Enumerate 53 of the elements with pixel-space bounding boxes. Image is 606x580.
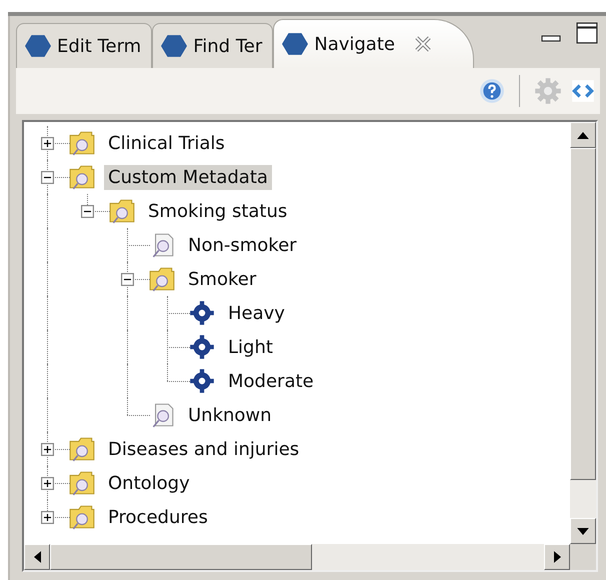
folder-icon (148, 265, 176, 293)
help-icon[interactable] (479, 78, 505, 104)
tree-item[interactable]: Custom Metadata (104, 164, 272, 190)
tree-item[interactable]: Ontology (104, 470, 194, 496)
vertical-scrollbar[interactable] (570, 122, 596, 544)
folder-icon (68, 503, 96, 531)
scroll-thumb[interactable] (50, 544, 312, 570)
expander-icon[interactable] (41, 171, 54, 184)
tree-item[interactable]: Heavy (224, 300, 289, 326)
expander-icon[interactable] (121, 273, 134, 286)
tree-item[interactable]: Smoking status (144, 198, 292, 224)
left-arrow-icon (34, 551, 40, 563)
down-arrow-icon (577, 528, 589, 534)
cog-icon (188, 367, 216, 395)
folder-icon (68, 129, 96, 157)
maximize-icon[interactable] (576, 22, 598, 44)
tree-item[interactable]: Moderate (224, 368, 318, 394)
link-icon[interactable] (570, 78, 596, 104)
scroll-thumb[interactable] (570, 148, 596, 480)
view-tab[interactable]: Find Ter (152, 23, 274, 68)
folder-icon (68, 435, 96, 463)
tree-item[interactable]: Procedures (104, 504, 212, 530)
expander-icon[interactable] (41, 511, 54, 524)
tree-item[interactable]: Light (224, 334, 277, 360)
folder-icon (68, 163, 96, 191)
expander-icon[interactable] (81, 205, 94, 218)
hexagon-icon (25, 34, 51, 58)
close-icon[interactable] (412, 34, 433, 54)
view-tab[interactable]: Edit Term (16, 23, 152, 68)
tree-item[interactable]: Smoker (184, 266, 260, 292)
expander-icon[interactable] (41, 477, 54, 490)
folder-icon (108, 197, 136, 225)
scroll-right-button[interactable] (544, 544, 570, 570)
minimize-icon[interactable] (540, 34, 562, 44)
scroll-up-button[interactable] (570, 122, 596, 148)
scroll-down-button[interactable] (570, 518, 596, 544)
hexagon-icon (282, 32, 308, 56)
tree-item[interactable]: Diseases and injuries (104, 436, 304, 462)
folder-icon (68, 469, 96, 497)
up-arrow-icon (577, 132, 589, 138)
tree-item[interactable]: Clinical Trials (104, 130, 229, 156)
cog-icon (188, 299, 216, 327)
expander-icon[interactable] (41, 137, 54, 150)
view-tab[interactable]: Navigate (273, 19, 474, 68)
right-arrow-icon (554, 551, 560, 563)
tree-item[interactable]: Unknown (184, 402, 276, 428)
scroll-left-button[interactable] (24, 544, 50, 570)
horizontal-scrollbar[interactable] (24, 544, 570, 570)
scrollbar-corner (570, 544, 596, 570)
hexagon-icon (161, 34, 188, 58)
tree-item[interactable]: Non-smoker (184, 232, 301, 258)
cog-icon (188, 333, 216, 361)
expander-icon[interactable] (41, 443, 54, 456)
